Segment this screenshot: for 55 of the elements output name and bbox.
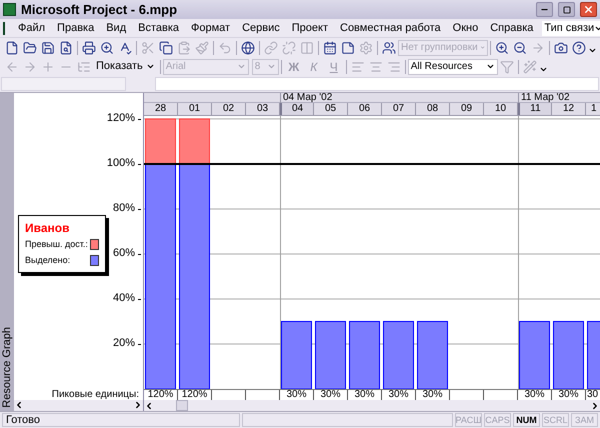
- peak-value: 30%: [354, 390, 374, 400]
- menu-item[interactable]: Окно: [448, 20, 484, 36]
- day-header: 08: [416, 103, 450, 115]
- day-header: 04: [280, 103, 314, 115]
- legend-title: Иванов: [25, 222, 70, 234]
- day-header: 02: [212, 103, 246, 115]
- menu-item[interactable]: Файл: [13, 20, 50, 36]
- status-indicator: CAPS: [484, 413, 511, 427]
- peak-value: 30%: [388, 390, 408, 400]
- show-button[interactable]: Показать: [93, 58, 158, 75]
- day-header: 12: [552, 103, 586, 115]
- peak-units-label: Пиковые единицы:: [52, 390, 139, 400]
- peak-value: 30%: [422, 390, 442, 400]
- week-label: 11 Мар '02: [521, 93, 570, 103]
- help-search-field[interactable]: Тип связи: [542, 20, 600, 36]
- axis-label: 60%: [112, 248, 135, 259]
- status-indicator: РАСШ: [455, 413, 482, 427]
- day-header: 07: [382, 103, 416, 115]
- status-indicator: ЗАМ: [571, 413, 598, 427]
- peak-value: 30%: [558, 390, 578, 400]
- menu-item[interactable]: Проект: [286, 20, 333, 36]
- day-header: 28: [144, 103, 178, 115]
- view-label: Resource Graph: [0, 327, 14, 408]
- menu-item[interactable]: Сервис: [237, 20, 285, 36]
- menu-item[interactable]: Правка: [52, 20, 100, 36]
- peak-value: 30: [587, 390, 598, 400]
- menu-item[interactable]: Формат: [186, 20, 236, 36]
- legend-label: Превыш. дост.:: [25, 240, 88, 249]
- peak-value: 120%: [148, 390, 174, 400]
- menu-item[interactable]: Вид: [101, 20, 132, 36]
- peak-value: 30%: [286, 390, 306, 400]
- day-header: 1: [586, 103, 600, 115]
- day-header: 09: [450, 103, 484, 115]
- peak-value: 30%: [320, 390, 340, 400]
- day-header: 05: [314, 103, 348, 115]
- status-indicator: NUM: [513, 413, 540, 427]
- axis-label: 120%: [106, 112, 135, 124]
- day-header: 11: [518, 103, 552, 115]
- day-header: 01: [178, 103, 212, 115]
- filter-dropdown[interactable]: All Resources: [408, 58, 498, 74]
- menu-item[interactable]: Вставка: [133, 20, 184, 36]
- week-label: 04 Мар '02: [283, 93, 332, 103]
- axis-label: 40%: [112, 292, 135, 304]
- menu-item[interactable]: Справка: [485, 20, 538, 36]
- peak-value: 30%: [524, 390, 544, 400]
- window-title: Microsoft Project - 6.mpp: [21, 0, 178, 19]
- status-indicator: SCRL: [542, 413, 569, 427]
- status-text: Готово: [6, 414, 40, 426]
- axis-label: 100%: [106, 158, 135, 169]
- axis-label: 80%: [112, 202, 135, 214]
- axis-label: 20%: [112, 338, 135, 349]
- day-header: 06: [348, 103, 382, 115]
- legend-label: Выделено:: [25, 256, 70, 265]
- peak-value: 120%: [182, 390, 208, 400]
- menu-item[interactable]: Совместная работа: [335, 20, 446, 36]
